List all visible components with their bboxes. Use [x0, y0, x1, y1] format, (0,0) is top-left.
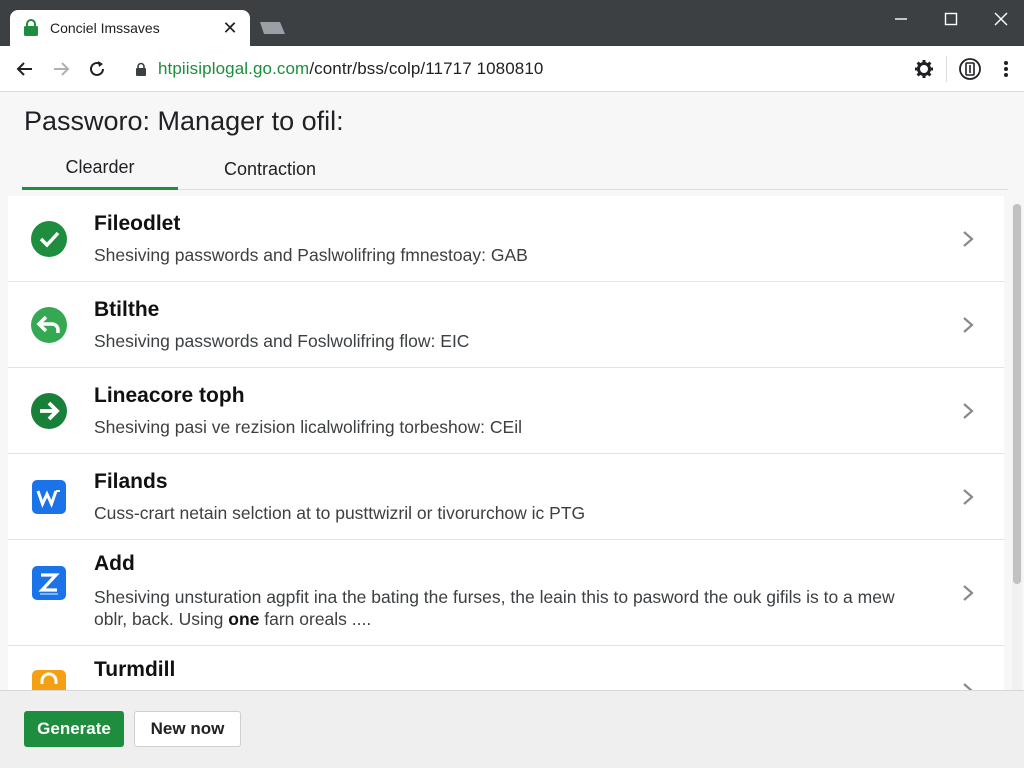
page-tabs: Clearder Contraction: [22, 148, 1008, 190]
item-title: Turmdill: [94, 658, 176, 681]
chevron-right-icon: [963, 585, 974, 601]
back-arrow-icon[interactable]: [10, 54, 40, 84]
z-app-icon: [32, 566, 66, 600]
item-title: Add: [94, 552, 135, 575]
chevron-right-icon: [963, 489, 974, 505]
tab-clearder[interactable]: Clearder: [22, 148, 178, 190]
url-path: /contr/bss/colp/11717 1080810: [309, 59, 544, 78]
reload-icon[interactable]: [82, 54, 112, 84]
item-title: Btilthe: [94, 298, 160, 321]
browser-tab[interactable]: Conciel Imssaves ✕: [10, 10, 250, 46]
item-title: Filands: [94, 470, 168, 493]
item-title: Fileodlet: [94, 212, 181, 235]
extension-icon[interactable]: [956, 55, 984, 83]
item-description-tail: farn oreals ....: [264, 609, 372, 629]
chevron-right-icon: [963, 403, 974, 419]
reply-arrow-icon: [31, 307, 67, 343]
more-menu-icon[interactable]: [992, 55, 1020, 83]
list-item[interactable]: Add Shesiving unsturation agpfit ina the…: [8, 540, 1004, 646]
browser-tab-strip: Conciel Imssaves ✕: [0, 0, 1024, 46]
chevron-right-icon: [963, 317, 974, 333]
list-scrollbar[interactable]: [1012, 204, 1022, 690]
url-host: htpiisiplogal.go.com: [158, 59, 310, 78]
arrow-right-circle-icon: [31, 393, 67, 429]
item-title: Lineacore toph: [94, 384, 245, 407]
item-description: Shesiving passwords and Foslwolifring fl…: [94, 331, 470, 351]
browser-toolbar: htpiisiplogal.go.com/contr/bss/colp/1171…: [0, 46, 1024, 92]
close-window-icon[interactable]: [986, 6, 1016, 32]
minimize-icon[interactable]: [886, 6, 916, 32]
w-app-icon: [32, 480, 66, 514]
item-description: Cuss-crart netain selction at to pusttwi…: [94, 503, 586, 523]
forward-arrow-icon[interactable]: [46, 54, 76, 84]
settings-gear-icon[interactable]: [910, 55, 938, 83]
list-item[interactable]: Turmdill: [8, 646, 1004, 690]
new-tab-icon[interactable]: [258, 20, 286, 36]
generate-button[interactable]: Generate: [24, 711, 124, 747]
maximize-icon[interactable]: [936, 6, 966, 32]
item-description-bold: one: [228, 609, 260, 629]
tab-contraction[interactable]: Contraction: [192, 148, 348, 190]
new-now-button[interactable]: New now: [134, 711, 241, 747]
page-content: Passworo: Manager to ofil: Clearder Cont…: [0, 92, 1024, 690]
list-item[interactable]: Filands Cuss-crart netain selction at to…: [8, 454, 1004, 540]
chevron-right-icon: [963, 231, 974, 247]
list-item[interactable]: Fileodlet Shesiving passwords and Paslwo…: [8, 196, 1004, 282]
item-description: Shesiving passwords and Paslwolifring fm…: [94, 245, 528, 265]
action-footer: Generate New now: [0, 690, 1024, 768]
item-description: Shesiving unsturation agpfit ina the bat…: [94, 586, 924, 630]
item-description: Shesiving pasi ve rezision licalwolifrin…: [94, 417, 522, 437]
address-bar[interactable]: htpiisiplogal.go.com/contr/bss/colp/1171…: [158, 59, 543, 79]
password-list: Fileodlet Shesiving passwords and Paslwo…: [8, 196, 1004, 690]
list-item[interactable]: Lineacore toph Shesiving pasi ve rezisio…: [8, 368, 1004, 454]
scrollbar-thumb[interactable]: [1013, 204, 1021, 584]
tab-title: Conciel Imssaves: [50, 20, 160, 36]
page-title: Passworo: Manager to ofil:: [24, 106, 344, 136]
check-circle-icon: [31, 221, 67, 257]
chevron-right-icon: [963, 683, 973, 690]
lock-favicon-icon: [24, 19, 38, 36]
list-item[interactable]: Btilthe Shesiving passwords and Foslwoli…: [8, 282, 1004, 368]
item-description-text: Shesiving unsturation agpfit ina the bat…: [94, 587, 895, 629]
tab-close-icon[interactable]: ✕: [220, 18, 240, 38]
toolbar-divider: [946, 56, 947, 82]
secure-lock-icon[interactable]: [134, 62, 148, 76]
lock-app-icon: [32, 670, 66, 690]
